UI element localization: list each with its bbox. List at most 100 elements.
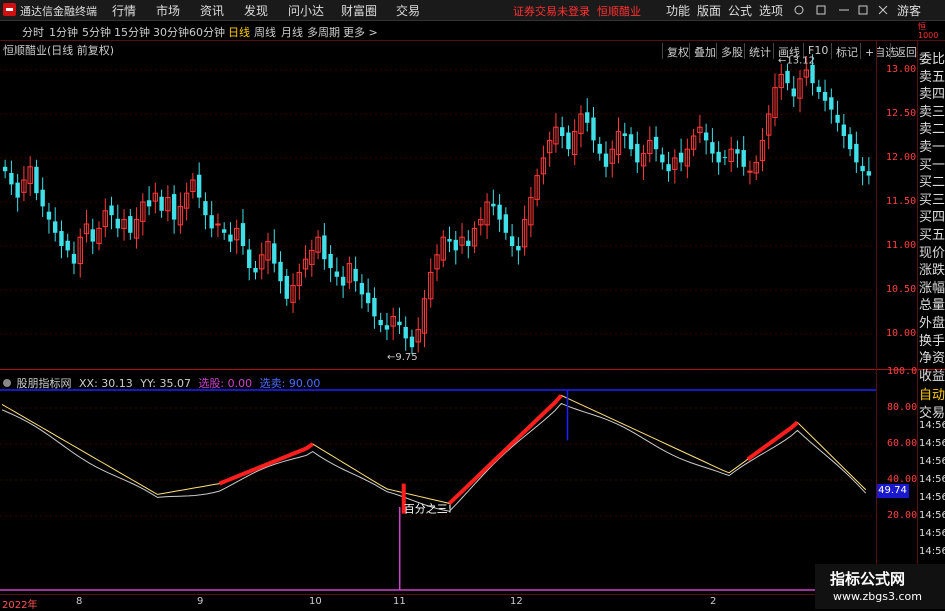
trade-time: 14:56 — [919, 456, 945, 467]
watermark-url: www.zbgs3.com — [833, 590, 922, 603]
candle-body — [835, 114, 840, 123]
period-15min[interactable]: 15分钟 — [114, 24, 150, 40]
quote-label: 卖五 — [919, 69, 945, 85]
menu-discover[interactable]: 发现 — [244, 2, 268, 19]
candlestick-chart[interactable]: ←13.12 ←9.75 — [0, 40, 876, 368]
period-weekly[interactable]: 周线 — [254, 24, 276, 40]
period-daily[interactable]: 日线 — [228, 24, 250, 40]
candle-body — [115, 218, 120, 229]
trade-label[interactable]: 自动 — [919, 384, 945, 403]
candle-body — [46, 211, 52, 220]
period-1min[interactable]: 1分钟 — [49, 24, 78, 40]
indicator-chart[interactable]: 百分之三! — [0, 372, 876, 594]
indicator-axis-label: 60.00 — [887, 438, 918, 449]
menu-options[interactable]: 选项 — [759, 2, 783, 19]
candle-body — [359, 282, 365, 295]
period-more[interactable]: 更多 > — [343, 24, 378, 40]
menu-quotes[interactable]: 行情 — [112, 2, 136, 19]
menu-trade[interactable]: 交易 — [396, 2, 420, 19]
price-axis-label: 12.00 — [886, 152, 917, 163]
candle-body — [447, 238, 452, 242]
candle-body — [860, 165, 865, 172]
candle-body — [622, 133, 627, 136]
period-30min[interactable]: 30分钟 — [153, 24, 189, 40]
period-monthly[interactable]: 月线 — [281, 24, 303, 40]
indicator-sell: 选卖: 90.00 — [259, 377, 321, 390]
candle-body — [591, 117, 596, 141]
trade-time: 14:56 — [919, 420, 945, 431]
quote-label: 卖一 — [919, 140, 945, 155]
indicator-axis-label: 20.00 — [887, 510, 918, 521]
panel-divider — [0, 369, 945, 370]
candle-body — [628, 134, 634, 150]
candle-body — [603, 153, 609, 167]
indicator-axis-label: 80.00 — [887, 402, 918, 413]
candle-body — [847, 134, 853, 150]
candle-body — [9, 172, 14, 185]
candle-body — [334, 271, 340, 277]
menu-wealth[interactable]: 财富圈 — [341, 2, 377, 19]
candle-body — [503, 214, 509, 233]
price-low-label: ←9.75 — [387, 352, 418, 363]
candle-body — [497, 204, 502, 220]
quote-label: 涨幅 — [919, 280, 945, 296]
indicator-select: 选股: 0.00 — [198, 377, 253, 390]
stock-title: 恒顺醋业(日线 前复权) — [3, 44, 115, 57]
quote-label: 卖四 — [919, 87, 945, 103]
menu-layout[interactable]: 版面 — [697, 2, 721, 19]
trade-time: 14:56 — [919, 546, 945, 557]
candle-body — [716, 151, 721, 163]
app-logo-icon — [3, 3, 16, 16]
signal-annotation: 百分之三! — [404, 501, 452, 515]
candle-body — [841, 124, 847, 136]
candle-body — [109, 205, 114, 216]
candle-body — [384, 325, 390, 330]
candle-body — [228, 234, 233, 242]
menu-ask[interactable]: 问小达 — [288, 2, 324, 19]
watermark: 指标公式网 www.zbgs3.com — [815, 564, 945, 609]
menu-formula[interactable]: 公式 — [728, 2, 752, 19]
indicator-current-value: 49.74 — [876, 484, 909, 498]
price-axis-label: 10.50 — [886, 284, 917, 295]
menu-news[interactable]: 资讯 — [200, 2, 224, 19]
candle-body — [328, 253, 333, 268]
price-axis-label: 11.50 — [886, 196, 917, 207]
yy-line — [1, 402, 867, 512]
menu-market[interactable]: 市场 — [156, 2, 180, 19]
candle-body — [40, 189, 45, 207]
menu-function[interactable]: 功能 — [666, 2, 690, 19]
quote-label: 涨跌 — [919, 263, 945, 279]
candle-body — [171, 194, 177, 220]
trade-label[interactable]: 交易 — [919, 402, 945, 421]
period-multi[interactable]: 多周期 — [307, 24, 340, 40]
candle-body — [272, 243, 277, 264]
x-label-sep: 9 — [197, 596, 204, 607]
indicator-settings-icon[interactable] — [3, 379, 11, 387]
right-panel-divider — [917, 40, 918, 609]
candle-body — [196, 174, 202, 198]
candle-body — [2, 166, 8, 172]
window-controls — [794, 5, 888, 15]
candle-body — [791, 88, 796, 97]
candle-body — [741, 150, 746, 167]
candle-body — [653, 136, 659, 150]
candle-body — [635, 143, 640, 163]
price-high-label: ←13.12 — [778, 55, 815, 66]
app-title: 通达信金融终端 — [20, 5, 97, 18]
xx-line — [1, 394, 867, 504]
candle-body — [409, 336, 415, 348]
candle-body — [597, 143, 602, 154]
period-60min[interactable]: 60分钟 — [189, 24, 225, 40]
period-intraday[interactable]: 分时 — [22, 24, 44, 40]
menu-guest[interactable]: 游客 — [897, 2, 921, 19]
candle-body — [816, 86, 821, 92]
period-5min[interactable]: 5分钟 — [82, 24, 111, 40]
candle-body — [340, 276, 346, 286]
candle-body — [722, 157, 728, 159]
quote-label: 总量 — [919, 298, 945, 314]
indicator-yy: YY: 35.07 — [140, 377, 191, 390]
candle-body — [203, 201, 208, 216]
trade-status[interactable]: 证券交易未登录 恒顺醋业 — [513, 3, 641, 19]
trade-time: 14:56 — [919, 474, 945, 485]
quote-label: 净资 — [919, 351, 945, 367]
